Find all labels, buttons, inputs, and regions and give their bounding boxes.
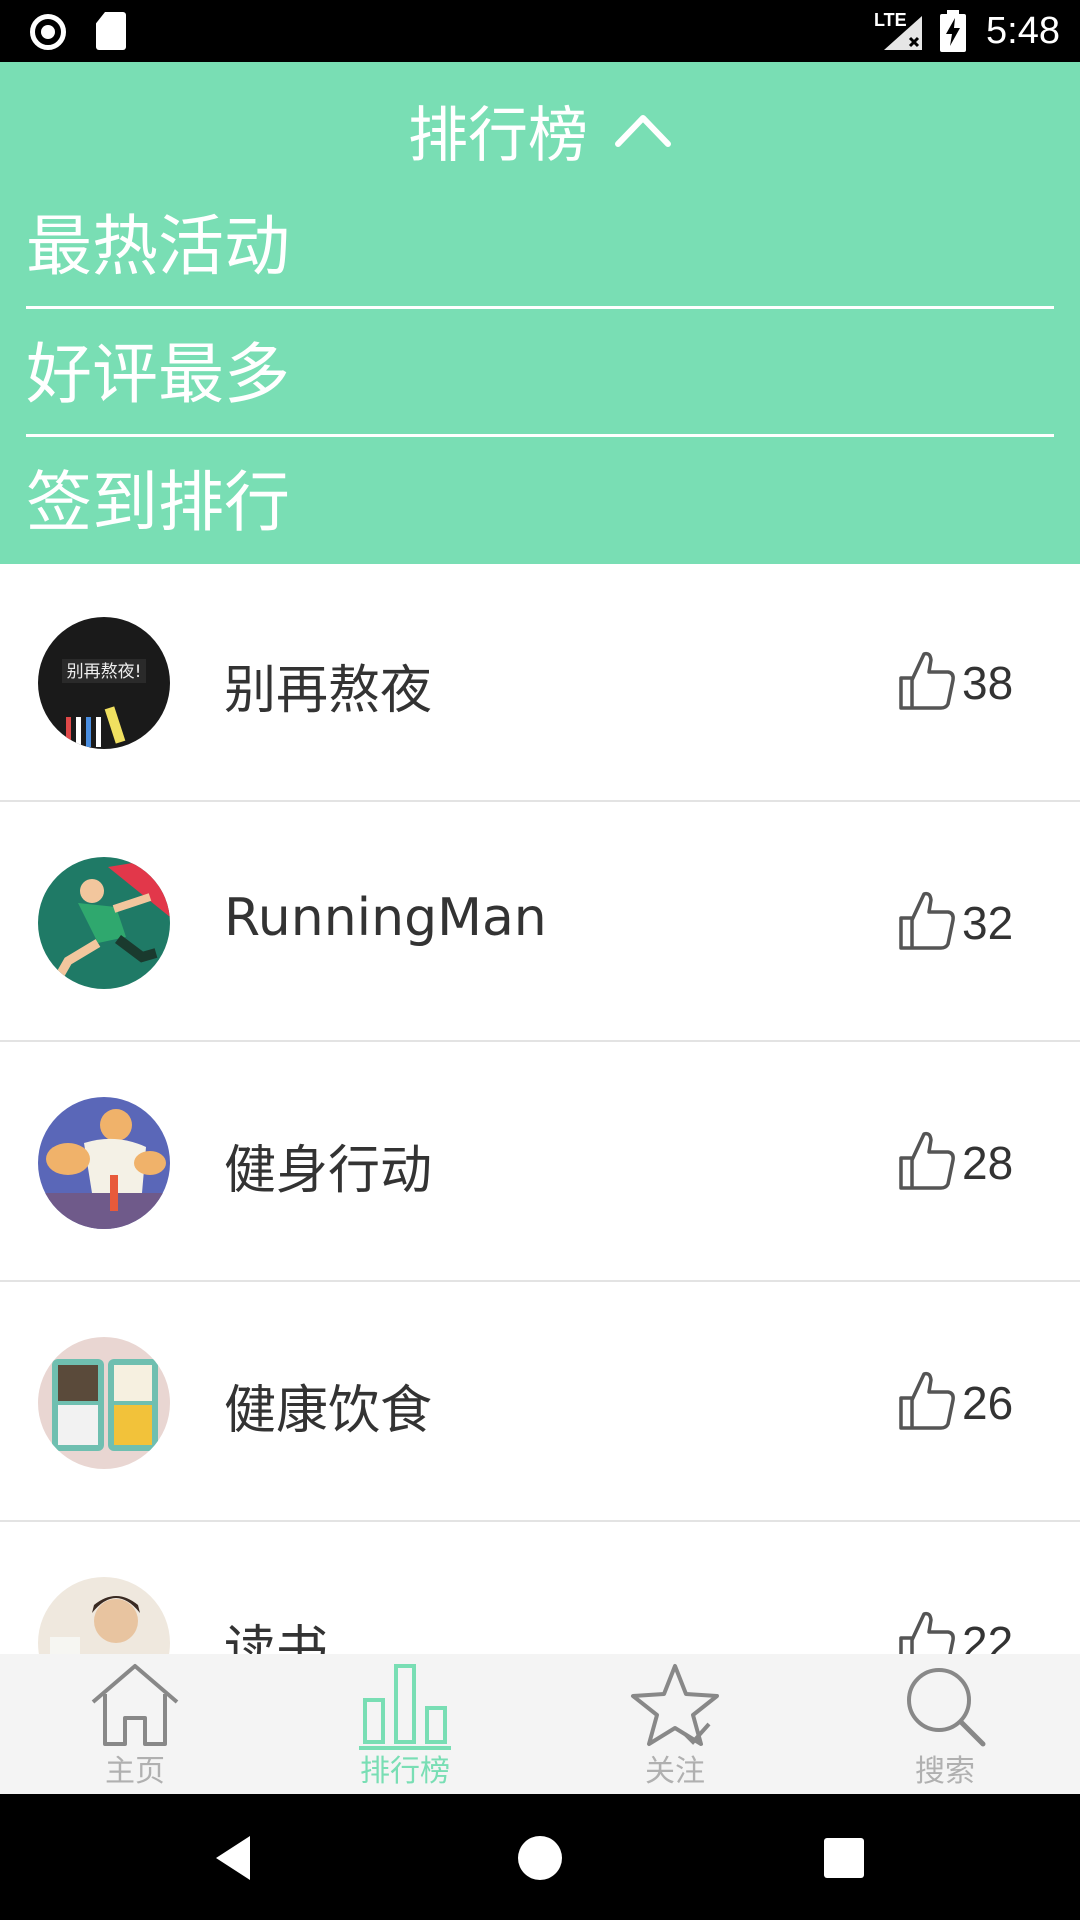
thumbs-up-icon[interactable] — [898, 1370, 956, 1432]
recents-icon[interactable] — [814, 1828, 874, 1888]
avatar — [38, 857, 170, 989]
like-count: 28 — [962, 1137, 1014, 1189]
avatar — [38, 1097, 170, 1229]
item-title: RunningMan — [224, 888, 547, 948]
tab-label: 主页 — [105, 1754, 165, 1789]
menu-item-checkin-rank[interactable]: 签到排行 — [26, 434, 1054, 560]
item-title: 健康饮食 — [224, 1381, 433, 1441]
search-icon — [907, 1668, 986, 1747]
tab-label: 关注 — [645, 1754, 705, 1789]
ranking-list: 别再熬夜! 别再熬夜 38 RunningMan 32 健身行动 28 健康饮食… — [0, 564, 1080, 1654]
svg-text:别再熬夜!: 别再熬夜! — [67, 661, 142, 682]
chevron-up-icon — [615, 115, 671, 147]
menu-item-best-rated[interactable]: 好评最多 — [26, 306, 1054, 432]
like-count: 32 — [962, 897, 1014, 949]
item-title: 别再熬夜 — [224, 661, 433, 721]
thumbs-up-icon[interactable] — [898, 1130, 956, 1192]
sd-card-icon — [96, 12, 126, 50]
like-count: 38 — [962, 657, 1014, 709]
status-bar: LTE 5:48 — [0, 0, 1080, 62]
item-title: 健身行动 — [224, 1141, 433, 1201]
clock: 5:48 — [986, 10, 1060, 52]
list-item[interactable]: 别再熬夜! 别再熬夜 38 — [0, 564, 1080, 802]
screen: LTE 5:48 排行榜 最热活动 好评最多 签到排行 别再熬夜! 别再熬夜 3… — [0, 0, 1080, 1920]
list-item[interactable]: 读书 22 — [0, 1524, 1080, 1654]
battery-charging-icon — [940, 10, 966, 52]
ranking-dropdown: 排行榜 最热活动 好评最多 签到排行 — [0, 62, 1080, 564]
avatar — [38, 1577, 170, 1654]
bottom-tab-bar: 主页 排行榜 关注 搜索 — [0, 1654, 1080, 1794]
back-icon[interactable] — [206, 1828, 266, 1888]
menu-item-hottest[interactable]: 最热活动 — [26, 178, 1054, 304]
tab-follow[interactable]: 关注 — [540, 1654, 810, 1794]
like-count: 22 — [962, 1617, 1014, 1654]
list-item[interactable]: 健康饮食 26 — [0, 1284, 1080, 1522]
signal-icon — [884, 16, 922, 50]
star-icon — [631, 1664, 719, 1746]
page-title: 排行榜 — [408, 100, 588, 171]
dropdown-toggle[interactable]: 排行榜 — [0, 94, 1080, 171]
bar-chart-icon — [359, 1664, 451, 1750]
thumbs-up-icon[interactable] — [898, 1610, 956, 1654]
avatar: 别再熬夜! — [38, 617, 170, 749]
tab-search[interactable]: 搜索 — [810, 1654, 1080, 1794]
home-icon — [91, 1664, 179, 1746]
like-count: 26 — [962, 1377, 1014, 1429]
tab-label: 排行榜 — [360, 1754, 450, 1789]
tab-label: 搜索 — [915, 1754, 975, 1789]
list-item[interactable]: RunningMan 32 — [0, 804, 1080, 1042]
record-icon — [30, 14, 66, 50]
avatar — [38, 1337, 170, 1469]
thumbs-up-icon[interactable] — [898, 890, 956, 952]
tab-home[interactable]: 主页 — [0, 1654, 270, 1794]
thumbs-up-icon[interactable] — [898, 650, 956, 712]
item-title: 读书 — [224, 1621, 329, 1654]
home-nav-icon[interactable] — [510, 1828, 570, 1888]
system-nav-bar — [0, 1794, 1080, 1920]
list-item[interactable]: 健身行动 28 — [0, 1044, 1080, 1282]
tab-ranking[interactable]: 排行榜 — [270, 1654, 540, 1794]
